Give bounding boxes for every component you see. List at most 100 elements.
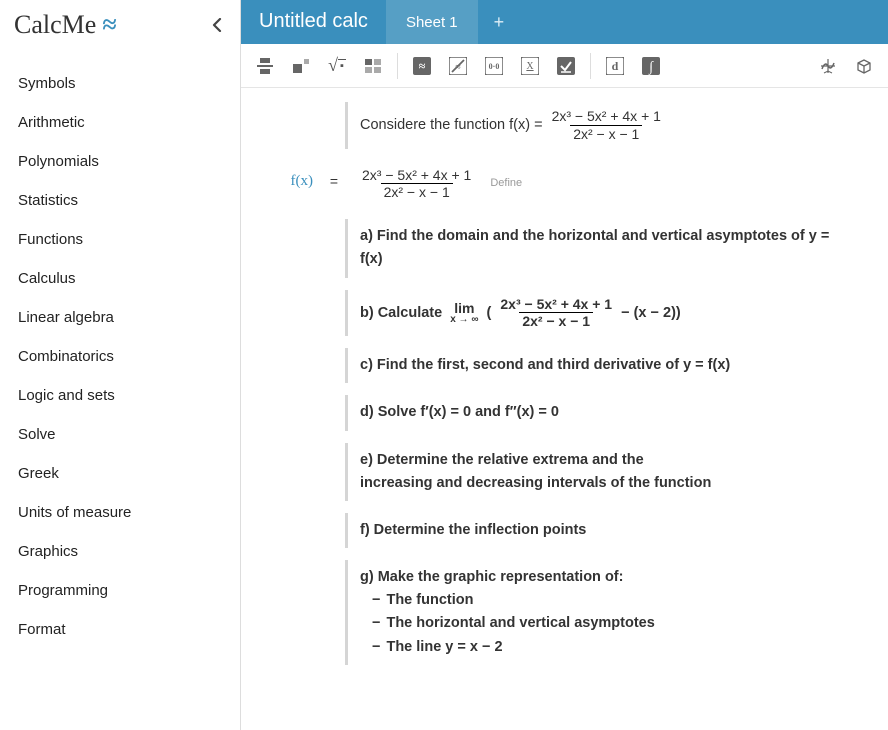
cell-content[interactable]: g) Make the graphic representation of: −…	[345, 560, 864, 665]
sidebar-item-label: Polynomials	[18, 153, 99, 170]
sidebar-item-format[interactable]: Format	[0, 610, 240, 649]
sidebar-item-calculus[interactable]: Calculus	[0, 259, 240, 298]
row-gutter	[265, 102, 323, 114]
text: The horizontal and vertical asymptotes	[386, 615, 654, 631]
assign-button[interactable]	[548, 48, 584, 84]
cell-content[interactable]: e) Determine the relative extrema and th…	[345, 443, 864, 501]
define-badge[interactable]: Define	[490, 175, 522, 193]
cell-a: a) Find the domain and the horizontal an…	[265, 219, 864, 277]
toolbar-separator	[590, 53, 591, 79]
cell-content[interactable]: c) Find the first, second and third deri…	[345, 348, 864, 383]
toolbar: √▪ ≈ ≈ 0·0 X d	[241, 44, 888, 88]
sqrt-button[interactable]: √▪	[319, 48, 355, 84]
text: a) Find the domain and the horizontal an…	[360, 228, 829, 267]
numerator: 2x³ − 5x² + 4x + 1	[497, 296, 615, 313]
sidebar-item-label: Functions	[18, 231, 83, 248]
numerator: 2x³ − 5x² + 4x + 1	[549, 108, 664, 125]
row-eq	[323, 395, 345, 407]
text: g) Make the graphic representation of:	[360, 566, 852, 589]
open-paren: (	[487, 305, 492, 321]
sidebar-item-linear-algebra[interactable]: Linear algebra	[0, 298, 240, 337]
derivative-button[interactable]: d	[597, 48, 633, 84]
no-approx-button[interactable]: ≈	[440, 48, 476, 84]
add-sheet-button[interactable]: +	[478, 0, 521, 44]
text: c) Find the first, second and third deri…	[360, 357, 730, 373]
sidebar-item-label: Solve	[18, 426, 56, 443]
sidebar-item-statistics[interactable]: Statistics	[0, 181, 240, 220]
sidebar-item-label: Units of measure	[18, 504, 131, 521]
sidebar-item-polynomials[interactable]: Polynomials	[0, 142, 240, 181]
plot-2d-button[interactable]	[810, 48, 846, 84]
sidebar-item-solve[interactable]: Solve	[0, 415, 240, 454]
list-item: −The line y = x − 2	[372, 636, 852, 659]
document-title[interactable]: Untitled calc	[241, 0, 386, 44]
evaluate-button[interactable]: X	[512, 48, 548, 84]
row-eq	[323, 560, 345, 572]
cell-content[interactable]: d) Solve f′(x) = 0 and f′′(x) = 0	[345, 395, 864, 430]
sidebar-item-label: Logic and sets	[18, 387, 115, 404]
main-area: Untitled calc Sheet 1 + √▪ ≈ ≈ 0·0	[241, 0, 888, 730]
row-gutter	[265, 395, 323, 407]
lim-sub: x → ∞	[450, 315, 478, 325]
sidebar-item-units[interactable]: Units of measure	[0, 493, 240, 532]
sidebar-item-label: Symbols	[18, 75, 76, 92]
decimal-button[interactable]: 0·0	[476, 48, 512, 84]
dash-icon: −	[372, 639, 380, 655]
sidebar-item-graphics[interactable]: Graphics	[0, 532, 240, 571]
cell-g: g) Make the graphic representation of: −…	[265, 560, 864, 665]
text: f) Determine the inflection points	[360, 522, 586, 538]
fraction-button[interactable]	[247, 48, 283, 84]
row-eq	[323, 513, 345, 525]
denominator: 2x² − x − 1	[381, 183, 453, 201]
cell-d: d) Solve f′(x) = 0 and f′′(x) = 0	[265, 395, 864, 430]
sidebar-item-combinatorics[interactable]: Combinatorics	[0, 337, 240, 376]
cell-definition: f(x) = 2x³ − 5x² + 4x + 1 2x² − x − 1 De…	[265, 161, 864, 208]
collapse-sidebar-button[interactable]	[208, 14, 226, 36]
text: Considere the function f(x) =	[360, 117, 547, 133]
row-eq	[323, 219, 345, 231]
cell-content[interactable]: Considere the function f(x) = 2x³ − 5x² …	[345, 102, 864, 149]
integral-button[interactable]: ∫	[633, 48, 669, 84]
cell-content[interactable]: 2x³ − 5x² + 4x + 1 2x² − x − 1 Define	[345, 161, 864, 208]
cell-content[interactable]: f) Determine the inflection points	[345, 513, 864, 548]
cell-intro: Considere the function f(x) = 2x³ − 5x² …	[265, 102, 864, 149]
matrix-button[interactable]	[355, 48, 391, 84]
numerator: 2x³ − 5x² + 4x + 1	[359, 167, 474, 184]
sidebar-item-label: Format	[18, 621, 66, 638]
app-name: CalcMe	[14, 10, 96, 40]
sidebar-item-label: Programming	[18, 582, 108, 599]
cell-f: f) Determine the inflection points	[265, 513, 864, 548]
row-eq	[323, 348, 345, 360]
fraction: 2x³ − 5x² + 4x + 1 2x² − x − 1	[549, 108, 664, 143]
row-gutter	[265, 348, 323, 360]
svg-text:≈: ≈	[455, 62, 461, 73]
denominator: 2x² − x − 1	[519, 312, 593, 330]
plus-icon: +	[494, 12, 505, 33]
sidebar-item-symbols[interactable]: Symbols	[0, 64, 240, 103]
approx-button[interactable]: ≈	[404, 48, 440, 84]
tab-sheet-1[interactable]: Sheet 1	[386, 0, 478, 44]
row-eq	[323, 290, 345, 302]
cell-b: b) Calculate lim x → ∞ ( 2x³ − 5x² + 4x …	[265, 290, 864, 337]
sidebar-item-functions[interactable]: Functions	[0, 220, 240, 259]
cell-content[interactable]: b) Calculate lim x → ∞ ( 2x³ − 5x² + 4x …	[345, 290, 864, 337]
row-gutter	[265, 513, 323, 525]
fraction: 2x³ − 5x² + 4x + 1 2x² − x − 1	[497, 296, 615, 331]
sidebar-item-label: Calculus	[18, 270, 76, 287]
worksheet[interactable]: Considere the function f(x) = 2x³ − 5x² …	[241, 88, 888, 730]
list-item: −The horizontal and vertical asymptotes	[372, 612, 852, 635]
dash-icon: −	[372, 615, 380, 631]
plot-3d-button[interactable]	[846, 48, 882, 84]
cell-content[interactable]: a) Find the domain and the horizontal an…	[345, 219, 864, 277]
list-item: −The function	[372, 589, 852, 612]
svg-text:X: X	[526, 61, 534, 72]
sidebar-item-programming[interactable]: Programming	[0, 571, 240, 610]
logo-mark-icon: ≈	[102, 10, 116, 40]
function-label: f(x)	[265, 161, 323, 190]
text: The function	[386, 592, 473, 608]
exponent-button[interactable]	[283, 48, 319, 84]
sidebar-item-arithmetic[interactable]: Arithmetic	[0, 103, 240, 142]
sidebar-item-logic-sets[interactable]: Logic and sets	[0, 376, 240, 415]
sidebar-item-greek[interactable]: Greek	[0, 454, 240, 493]
svg-text:0·0: 0·0	[489, 62, 500, 71]
